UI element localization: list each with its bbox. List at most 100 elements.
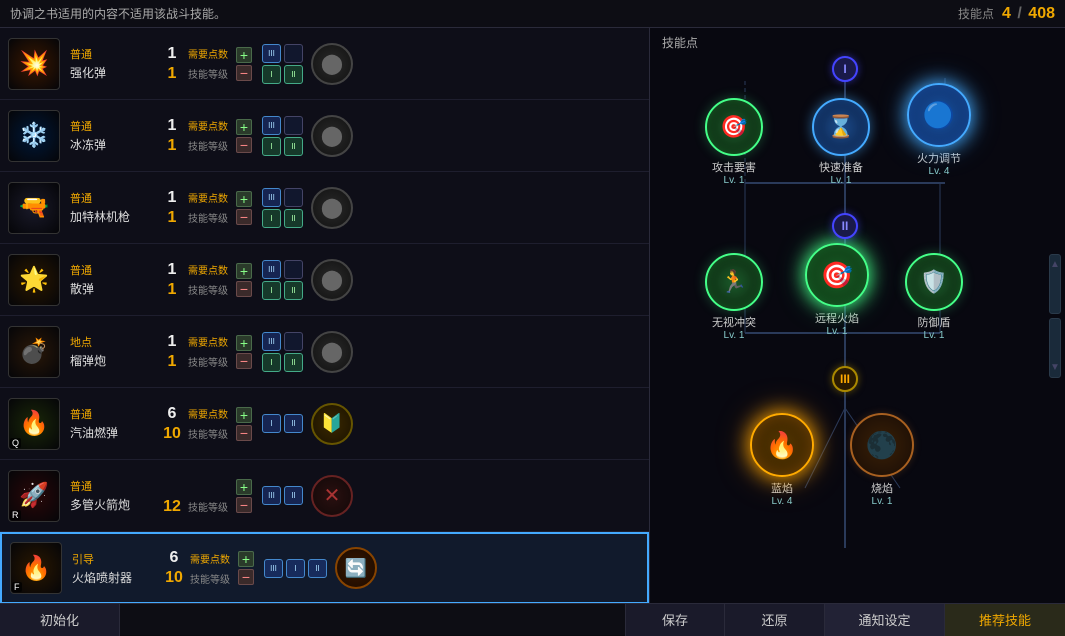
skill-type-s5: 地点 bbox=[70, 334, 160, 350]
plus-btn-s7[interactable]: + bbox=[236, 479, 252, 495]
node-quick-prep[interactable]: ⌛ 快速准备 Lv. 1 bbox=[812, 98, 870, 186]
level-label-s6: 技能等级 bbox=[188, 426, 228, 441]
skill-info-s3: 普通 加特林机枪 bbox=[70, 190, 160, 225]
gem-top-2-s8: II bbox=[308, 559, 327, 578]
skill-info-s5: 地点 榴弹炮 bbox=[70, 334, 160, 369]
recommend-button[interactable]: 推荐技能 bbox=[945, 604, 1065, 636]
cost-label-s1: 需要点数 bbox=[188, 46, 228, 61]
bottom-right-buttons: 保存 还原 通知设定 推荐技能 bbox=[625, 604, 1065, 636]
save-button[interactable]: 保存 bbox=[625, 604, 725, 636]
minus-btn-s4[interactable]: − bbox=[236, 281, 252, 297]
node-level-range-flame: Lv. 1 bbox=[827, 326, 848, 337]
tree-scroll: ▲ ▼ bbox=[1049, 254, 1061, 378]
gem-bot-1-s2: II bbox=[284, 137, 303, 156]
gem-top-0-s5: III bbox=[262, 332, 281, 351]
minus-btn-s1[interactable]: − bbox=[236, 65, 252, 81]
level-label-s7: 技能等级 bbox=[188, 499, 228, 514]
node-attack-crit[interactable]: 🎯 攻击要害 Lv. 1 bbox=[705, 98, 763, 186]
skill-icon-s6: 🔥Q bbox=[8, 398, 60, 450]
skill-row-s8[interactable]: 🔥F 引导 火焰喷射器 6 需要点数 10 技能等级 + − IIIIII🔄 bbox=[0, 532, 649, 603]
gem-top-1-s7: II bbox=[284, 486, 303, 505]
node-ignore-conflict[interactable]: 🏃 无视冲突 Lv. 1 bbox=[705, 253, 763, 341]
skill-tree-panel: 技能点 I II III 🎯 bbox=[650, 28, 1065, 603]
plus-btn-s4[interactable]: + bbox=[236, 263, 252, 279]
skill-type-s2: 普通 bbox=[70, 118, 160, 134]
level-num-s2: 1 bbox=[160, 137, 184, 155]
restore-button[interactable]: 还原 bbox=[725, 604, 825, 636]
skill-points-display: 技能点 4 / 408 bbox=[958, 5, 1055, 23]
node-circle-defense-shield: 🛡️ bbox=[905, 253, 963, 311]
special-icon-s1: ⬤ bbox=[311, 43, 353, 85]
minus-btn-s5[interactable]: − bbox=[236, 353, 252, 369]
node-circle-attack-crit: 🎯 bbox=[705, 98, 763, 156]
node-blue-flame[interactable]: 🔥 蓝焰 Lv. 4 bbox=[750, 413, 814, 507]
minus-btn-s7[interactable]: − bbox=[236, 497, 252, 513]
node-defense-shield[interactable]: 🛡️ 防御盾 Lv. 1 bbox=[905, 253, 963, 341]
gem-top-1-s1 bbox=[284, 44, 303, 63]
node-label-quick-prep: 快速准备 bbox=[819, 159, 863, 175]
gem-top-0-s8: III bbox=[264, 559, 283, 578]
cost-label-s6: 需要点数 bbox=[188, 406, 228, 421]
node-level-quick-prep: Lv. 1 bbox=[831, 175, 852, 186]
skill-icon-s4: 🌟 bbox=[8, 254, 60, 306]
level-num-s3: 1 bbox=[160, 209, 184, 227]
node-burn-flame[interactable]: 🌑 烧焰 Lv. 1 bbox=[850, 413, 914, 507]
minus-btn-s3[interactable]: − bbox=[236, 209, 252, 225]
node-label-fire-control: 火力调节 bbox=[917, 150, 961, 166]
plus-btn-s6[interactable]: + bbox=[236, 407, 252, 423]
special-icon-s5: ⬤ bbox=[311, 331, 353, 373]
plus-btn-s5[interactable]: + bbox=[236, 335, 252, 351]
node-circle-fire-control: 🔵 bbox=[907, 83, 971, 147]
scroll-up-indicator: ▲ bbox=[1049, 254, 1061, 314]
minus-btn-s6[interactable]: − bbox=[236, 425, 252, 441]
skill-name-s7: 多管火箭炮 bbox=[70, 496, 160, 513]
skill-info-s7: 普通 多管火箭炮 bbox=[70, 478, 160, 513]
skill-row-s2[interactable]: ❄️ 普通 冰冻弹 1 需要点数 1 技能等级 + − IIIIII⬤ bbox=[0, 100, 649, 172]
skill-row-s4[interactable]: 🌟 普通 散弹 1 需要点数 1 技能等级 + − IIIIII⬤ bbox=[0, 244, 649, 316]
plus-btn-s8[interactable]: + bbox=[238, 551, 254, 567]
skill-list-panel: 💥 普通 强化弹 1 需要点数 1 技能等级 + − IIIIII⬤ ❄️ 普通… bbox=[0, 28, 650, 603]
cost-num-s8: 6 bbox=[162, 549, 186, 567]
skill-type-s4: 普通 bbox=[70, 262, 160, 278]
gem-bot-1-s4: II bbox=[284, 281, 303, 300]
minus-btn-s2[interactable]: − bbox=[236, 137, 252, 153]
skill-row-s3[interactable]: 🔫 普通 加特林机枪 1 需要点数 1 技能等级 + − IIIIII⬤ bbox=[0, 172, 649, 244]
level-num-s5: 1 bbox=[160, 353, 184, 371]
node-fire-control[interactable]: 🔵 火力调节 Lv. 4 bbox=[907, 83, 971, 177]
gem-top-1-s5 bbox=[284, 332, 303, 351]
level-label-s5: 技能等级 bbox=[188, 354, 228, 369]
skill-icon-s1: 💥 bbox=[8, 38, 60, 90]
plus-btn-s1[interactable]: + bbox=[236, 47, 252, 63]
gem-bot-0-s2: I bbox=[262, 137, 281, 156]
gem-bot-1-s1: II bbox=[284, 65, 303, 84]
node-level-blue-flame: Lv. 4 bbox=[772, 496, 793, 507]
skill-icon-s7: 🚀R bbox=[8, 470, 60, 522]
plus-btn-s2[interactable]: + bbox=[236, 119, 252, 135]
gem-bot-1-s5: II bbox=[284, 353, 303, 372]
skill-points-value: 4 / 408 bbox=[1002, 5, 1055, 23]
level-label-s4: 技能等级 bbox=[188, 282, 228, 297]
node-range-flame[interactable]: 🎯 远程火焰 Lv. 1 bbox=[805, 243, 869, 337]
skill-key-s6: Q bbox=[10, 438, 21, 448]
node-circle-quick-prep: ⌛ bbox=[812, 98, 870, 156]
plus-btn-s3[interactable]: + bbox=[236, 191, 252, 207]
node-circle-ignore-conflict: 🏃 bbox=[705, 253, 763, 311]
node-level-fire-control: Lv. 4 bbox=[929, 166, 950, 177]
tier-3-badge: III bbox=[832, 366, 858, 392]
skill-row-s5[interactable]: 💣 地点 榴弹炮 1 需要点数 1 技能等级 + − IIIIII⬤ bbox=[0, 316, 649, 388]
skill-row-s7[interactable]: 🚀R 普通 多管火箭炮 12 技能等级 + − IIIII✕ bbox=[0, 460, 649, 532]
top-bar: 协调之书适用的内容不适用该战斗技能。 技能点 4 / 408 bbox=[0, 0, 1065, 28]
node-label-attack-crit: 攻击要害 bbox=[712, 159, 756, 175]
minus-btn-s8[interactable]: − bbox=[238, 569, 254, 585]
skill-row-s1[interactable]: 💥 普通 强化弹 1 需要点数 1 技能等级 + − IIIIII⬤ bbox=[0, 28, 649, 100]
tier-1-badge: I bbox=[832, 56, 858, 82]
cost-num-s1: 1 bbox=[160, 45, 184, 63]
skill-row-s6[interactable]: 🔥Q 普通 汽油燃弹 6 需要点数 10 技能等级 + − III🔰 bbox=[0, 388, 649, 460]
level-num-s6: 10 bbox=[160, 425, 184, 443]
skill-name-s6: 汽油燃弹 bbox=[70, 424, 160, 441]
reset-button[interactable]: 初始化 bbox=[0, 604, 120, 636]
node-circle-blue-flame: 🔥 bbox=[750, 413, 814, 477]
gem-top-0-s2: III bbox=[262, 116, 281, 135]
gem-bot-0-s4: I bbox=[262, 281, 281, 300]
notify-button[interactable]: 通知设定 bbox=[825, 604, 945, 636]
